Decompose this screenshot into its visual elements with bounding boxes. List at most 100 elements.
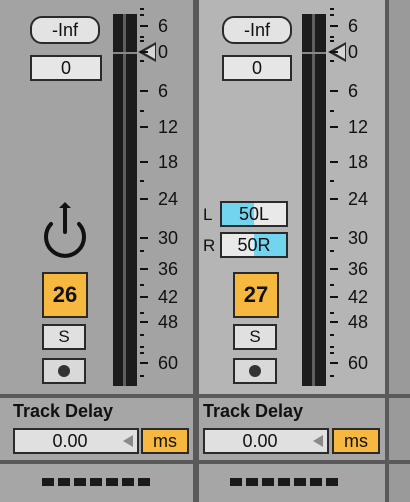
scale-tick <box>330 296 338 298</box>
db-scale: 6 0 6 12 18 24 30 36 42 48 60 <box>330 0 385 394</box>
scale-minor-tick <box>330 110 334 112</box>
solo-button[interactable]: S <box>233 324 277 350</box>
scale-minor-tick <box>330 60 334 62</box>
db-scale: 6 0 6 12 18 24 30 36 42 48 60 <box>140 0 190 394</box>
scale-label: 60 <box>348 353 369 373</box>
scale-tick <box>140 321 148 323</box>
scale-label: 12 <box>348 117 369 137</box>
level-meter <box>302 14 326 386</box>
meter-zero-line <box>113 52 137 54</box>
scale-label: 36 <box>348 259 369 279</box>
scale-tick <box>140 198 148 200</box>
scale-tick <box>330 237 338 239</box>
track-delay-value: 0.00 <box>52 431 88 451</box>
scale-minor-tick <box>330 375 334 377</box>
scale-tick <box>140 296 148 298</box>
track-delay-label: Track Delay <box>13 401 114 421</box>
scale-minor-tick <box>140 375 144 377</box>
scale-minor-tick <box>330 14 334 16</box>
scale-tick <box>140 268 148 270</box>
track-number-button[interactable]: 26 <box>42 272 88 318</box>
track-delay-arrow-icon <box>123 435 133 447</box>
scale-minor-tick <box>140 60 144 62</box>
scale-tick <box>140 237 148 239</box>
scale-minor-tick <box>330 36 334 38</box>
scale-tick <box>140 90 148 92</box>
meter-channel-gap <box>312 14 315 386</box>
scale-minor-tick <box>140 8 144 10</box>
footer-dash-strip <box>230 478 348 486</box>
scale-minor-tick <box>140 346 144 348</box>
scale-tick <box>140 161 148 163</box>
scale-tick <box>140 126 148 128</box>
scale-label: 18 <box>158 152 179 172</box>
scale-minor-tick <box>140 352 144 354</box>
pan-right-field[interactable]: 50R <box>220 232 288 258</box>
scale-minor-tick <box>140 180 144 182</box>
scale-label: 6 <box>348 81 359 101</box>
arm-record-icon <box>58 365 70 377</box>
track-number-button[interactable]: 27 <box>233 272 279 318</box>
arm-button[interactable] <box>42 358 86 384</box>
track-delay-unit-button[interactable]: ms <box>332 428 380 454</box>
scale-label: 48 <box>158 312 179 332</box>
scale-minor-tick <box>330 40 334 42</box>
scale-tick <box>330 362 338 364</box>
scale-minor-tick <box>140 284 144 286</box>
scale-tick <box>330 321 338 323</box>
scale-label: 6 <box>348 16 359 36</box>
scale-minor-tick <box>330 8 334 10</box>
scale-label: 36 <box>158 259 179 279</box>
scale-tick <box>330 126 338 128</box>
pan-left-field[interactable]: 50L <box>220 201 288 227</box>
scale-minor-tick <box>330 352 334 354</box>
volume-peak-display[interactable]: -Inf <box>222 16 292 44</box>
scale-minor-tick <box>330 250 334 252</box>
scale-minor-tick <box>330 346 334 348</box>
scale-label: 6 <box>158 81 169 101</box>
scale-label: 30 <box>348 228 369 248</box>
scale-minor-tick <box>140 334 144 336</box>
scale-minor-tick <box>330 180 334 182</box>
scale-minor-tick <box>140 36 144 38</box>
scale-tick <box>330 161 338 163</box>
scale-label: 30 <box>158 228 179 248</box>
solo-button[interactable]: S <box>42 324 86 350</box>
right-edge-divider <box>385 0 389 502</box>
scale-label: 0 <box>348 42 359 62</box>
volume-peak-display[interactable]: -Inf <box>30 16 100 44</box>
scale-tick <box>140 25 148 27</box>
pan-left-label: L <box>203 205 213 224</box>
arm-button[interactable] <box>233 358 277 384</box>
pan-knob-icon[interactable] <box>36 198 94 258</box>
track-delay-unit-button[interactable]: ms <box>141 428 189 454</box>
meter-zero-line <box>302 52 326 54</box>
scale-tick <box>330 51 338 53</box>
scale-tick <box>330 198 338 200</box>
scale-label: 60 <box>158 353 179 373</box>
footer-dash-strip <box>42 478 160 486</box>
scale-label: 42 <box>348 287 369 307</box>
track-delay-field[interactable]: 0.00 <box>203 428 329 454</box>
scale-minor-tick <box>140 40 144 42</box>
track-delay-field[interactable]: 0.00 <box>13 428 139 454</box>
scale-minor-tick <box>330 334 334 336</box>
track-delay-value: 0.00 <box>242 431 278 451</box>
scale-label: 42 <box>158 287 179 307</box>
volume-value-field[interactable]: 0 <box>222 55 292 81</box>
scale-tick <box>330 268 338 270</box>
track-delay-arrow-icon <box>313 435 323 447</box>
scale-label: 48 <box>348 312 369 332</box>
scale-label: 12 <box>158 117 179 137</box>
scale-tick <box>140 362 148 364</box>
scale-minor-tick <box>330 312 334 314</box>
scale-label: 18 <box>348 152 369 172</box>
arm-record-icon <box>249 365 261 377</box>
scale-minor-tick <box>140 110 144 112</box>
track-delay-label: Track Delay <box>203 401 304 421</box>
scale-minor-tick <box>140 312 144 314</box>
level-meter <box>113 14 137 386</box>
volume-value-field[interactable]: 0 <box>30 55 102 81</box>
pan-right-label: R <box>203 236 216 255</box>
pan-left-value: 50L <box>238 204 270 224</box>
